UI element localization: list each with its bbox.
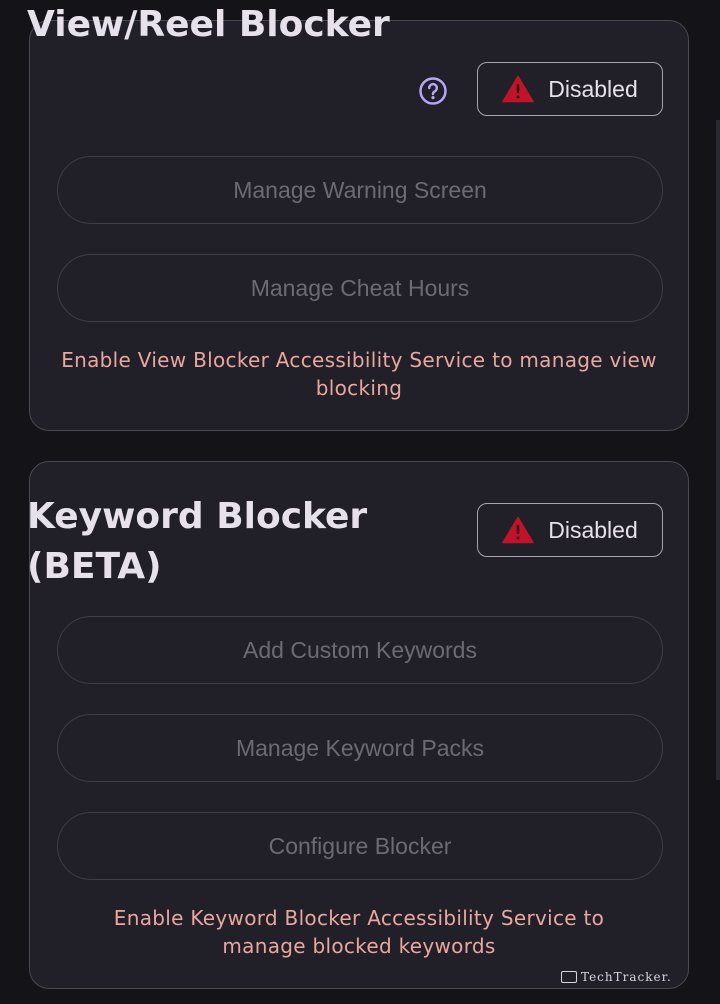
configure-blocker-button[interactable]: Configure Blocker — [57, 812, 663, 880]
watermark-text: TechTracker. — [581, 970, 672, 984]
help-circle-icon[interactable] — [418, 76, 448, 106]
view-blocker-notice: Enable View Blocker Accessibility Servic… — [61, 348, 657, 400]
view-reel-blocker-title: View/Reel Blocker — [27, 4, 390, 45]
keyword-blocker-notice: Enable Keyword Blocker Accessibility Ser… — [113, 906, 605, 958]
watermark: TechTracker. — [561, 970, 672, 984]
keyword-blocker-title-line1: Keyword Blocker — [27, 496, 368, 537]
keyword-blocker-status-badge[interactable]: Disabled — [477, 503, 663, 557]
scrollbar[interactable] — [716, 120, 720, 780]
manage-cheat-hours-button[interactable]: Manage Cheat Hours — [57, 254, 663, 322]
status-label: Disabled — [548, 516, 638, 543]
manage-keyword-packs-button[interactable]: Manage Keyword Packs — [57, 714, 663, 782]
warning-triangle-icon — [502, 75, 534, 103]
keyword-blocker-title: Keyword Blocker (BETA) — [27, 492, 367, 592]
manage-warning-screen-button[interactable]: Manage Warning Screen — [57, 156, 663, 224]
watermark-logo-icon — [561, 971, 577, 983]
warning-triangle-icon — [502, 516, 534, 544]
view-blocker-status-badge[interactable]: Disabled — [477, 62, 663, 116]
add-custom-keywords-button[interactable]: Add Custom Keywords — [57, 616, 663, 684]
keyword-blocker-title-line2: (BETA) — [27, 546, 162, 587]
status-label: Disabled — [548, 75, 638, 102]
